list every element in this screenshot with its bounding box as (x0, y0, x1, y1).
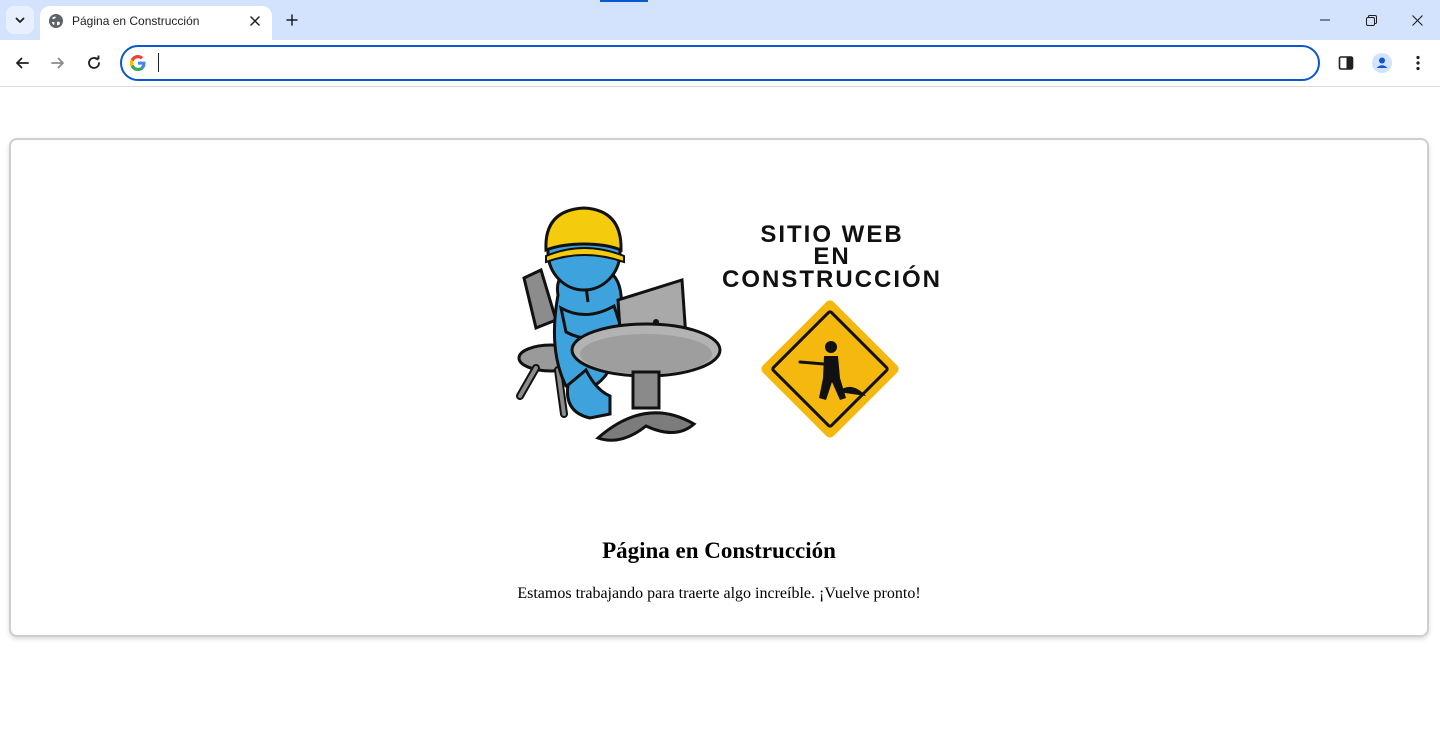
forward-button[interactable] (44, 49, 72, 77)
under-construction-image: SITIO WEB EN CONSTRUCCIÓN (516, 206, 942, 442)
menu-button[interactable] (1404, 49, 1432, 77)
restore-icon (1365, 14, 1377, 26)
back-button[interactable] (8, 49, 36, 77)
construction-sign-text: SITIO WEB EN CONSTRUCCIÓN (722, 221, 942, 293)
minimize-button[interactable] (1302, 0, 1348, 40)
tab-active[interactable]: Página en Construcción (40, 6, 272, 40)
tab-close-button[interactable] (246, 12, 264, 30)
tab-search-button[interactable] (6, 6, 34, 34)
globe-icon (49, 14, 63, 28)
close-window-button[interactable] (1394, 0, 1440, 40)
tab-title: Página en Construcción (72, 14, 200, 28)
reload-button[interactable] (80, 49, 108, 77)
page-heading: Página en Construcción (602, 538, 836, 563)
new-tab-button[interactable] (280, 8, 304, 32)
more-vert-icon (1416, 55, 1420, 71)
construction-card: SITIO WEB EN CONSTRUCCIÓN Página en Cons… (9, 138, 1429, 637)
arrow-right-icon (51, 57, 64, 69)
profile-button[interactable] (1368, 49, 1396, 77)
plus-icon (286, 14, 298, 26)
google-icon (130, 55, 146, 71)
tab-strip: Página en Construcción (0, 0, 1440, 40)
chevron-down-icon (15, 17, 25, 23)
side-panel-button[interactable] (1332, 49, 1360, 77)
close-icon (250, 16, 260, 26)
sign-text-line-3: CONSTRUCCIÓN (722, 265, 942, 293)
page-message: Estamos trabajando para traerte algo inc… (517, 585, 921, 602)
minimize-icon (1320, 19, 1330, 21)
avatar-icon (1372, 53, 1392, 73)
address-input[interactable] (162, 52, 1266, 76)
side-panel-icon (1338, 56, 1354, 70)
restore-button[interactable] (1348, 0, 1394, 40)
text-caret (158, 53, 159, 72)
reload-icon (88, 55, 100, 69)
close-icon (1411, 14, 1423, 26)
browser-toolbar (0, 40, 1440, 87)
loading-indicator (600, 0, 648, 2)
arrow-left-icon (16, 57, 29, 69)
address-bar[interactable] (120, 45, 1320, 81)
warning-sign-icon (761, 300, 899, 438)
